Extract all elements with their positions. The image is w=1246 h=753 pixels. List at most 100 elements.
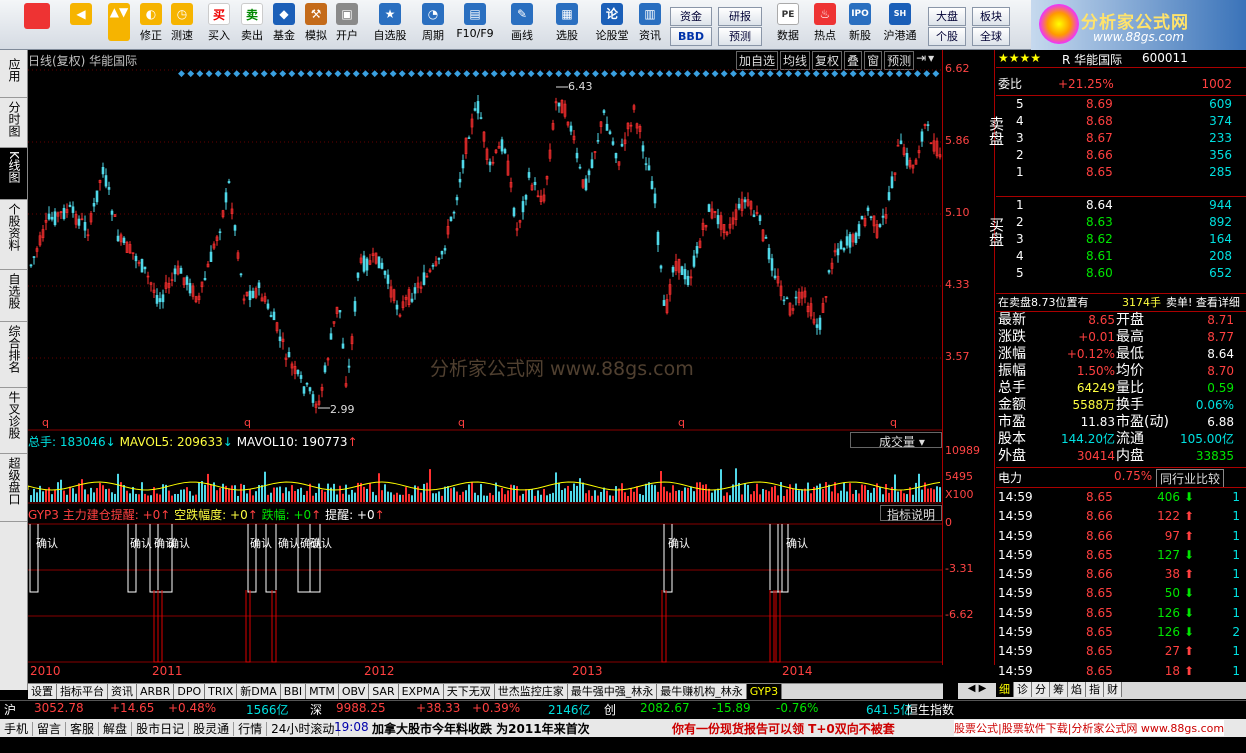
indicator-tab[interactable]: 新DMA <box>237 684 281 699</box>
indicator-tab[interactable]: 指标平台 <box>57 684 108 699</box>
sell-level[interactable]: 2 8.66 356 <box>996 147 1246 164</box>
volume-bar <box>201 481 203 502</box>
quote-tab[interactable]: 诊 <box>1014 682 1032 697</box>
draw-button[interactable]: ✎ 画线 <box>505 3 539 47</box>
indicator-tab[interactable]: 天下无双 <box>443 684 495 699</box>
open-account-button[interactable]: ▣ 开户 <box>333 3 361 47</box>
year-label: 2011 <box>152 664 183 678</box>
quote-tab[interactable]: 财 <box>1104 682 1122 697</box>
status-link[interactable]: 解盘 <box>99 722 133 736</box>
ipo-button[interactable]: IPO 新股 <box>845 3 875 47</box>
global-button[interactable]: 全球 <box>972 27 1010 46</box>
status-link[interactable]: 客服 <box>66 722 100 736</box>
candle-body <box>920 131 924 142</box>
indicator-tab[interactable]: 设置 <box>28 684 57 699</box>
tick-list[interactable]: 14:59 8.65 406 ⬇ 1 14:59 8.66 122 ⬆ 1 14:59 8.66 97 ⬆… <box>996 487 1246 681</box>
status-link[interactable]: 行情 <box>234 722 268 736</box>
tab-diagnosis[interactable]: 牛叉诊股 <box>0 388 27 454</box>
shhk-button[interactable]: SH 沪港通 <box>880 3 920 47</box>
research-button[interactable]: 研报 <box>718 7 762 26</box>
stock-button[interactable]: 个股 <box>928 27 966 46</box>
arrow-up-icon: ⬆ <box>1184 644 1195 659</box>
quote-tab[interactable]: 筹 <box>1050 682 1068 697</box>
industry-compare-button[interactable]: 同行业比较 <box>1156 469 1225 488</box>
market-button[interactable]: 大盘 <box>928 7 966 26</box>
quote-tab[interactable]: 细 <box>996 682 1014 697</box>
up-down-button[interactable]: ▲▼ <box>108 3 130 47</box>
indicator-help-button[interactable]: 指标说明 <box>880 505 942 522</box>
buy-level[interactable]: 5 8.60 652 <box>996 265 1246 282</box>
data-button[interactable]: PE 数据 <box>772 3 804 47</box>
hotspot-button[interactable]: ♨ 热点 <box>810 3 840 47</box>
indicator-tab[interactable]: MTM <box>306 684 339 699</box>
signal-diamond-icon: ◆ <box>417 69 424 79</box>
fix-button[interactable]: ◐ 修正 <box>137 3 165 47</box>
tab-scroll-arrows[interactable]: ◀ ▶ <box>958 683 996 699</box>
indicator-tab[interactable]: ARBR <box>137 684 175 699</box>
buy-level[interactable]: 3 8.62 164 <box>996 231 1246 248</box>
simulate-button[interactable]: ⚒ 模拟 <box>302 3 330 47</box>
buy-level[interactable]: 1 8.64 944 <box>996 197 1246 214</box>
tab-watchlist[interactable]: 自选股 <box>0 270 27 322</box>
status-link[interactable]: 留言 <box>33 722 67 736</box>
capital-button[interactable]: 资金 <box>670 7 712 26</box>
status-link[interactable]: 24小时滚动 <box>267 722 340 736</box>
indicator-tab[interactable]: 世杰监控庄家 <box>494 684 568 699</box>
fund-button[interactable]: ◆ 基金 <box>270 3 298 47</box>
volume-bar <box>492 495 494 502</box>
forum-button[interactable]: 论论股堂 <box>592 3 632 47</box>
select-stock-button[interactable]: ▦ 选股 <box>550 3 584 47</box>
volume-bar <box>585 493 587 502</box>
sector-button[interactable]: 板块 <box>972 7 1010 26</box>
volume-indicator-select[interactable]: 成交量 ▾ <box>850 432 942 449</box>
indicator-tab[interactable]: 最牛赚机构_林永 <box>657 684 747 699</box>
volume-bar <box>936 486 938 502</box>
buy-level[interactable]: 2 8.63 892 <box>996 214 1246 231</box>
indicator-tab[interactable]: DPO <box>174 684 206 699</box>
indicator-tab[interactable]: SAR <box>369 684 399 699</box>
watchlist-button[interactable]: ★ 自选股 <box>370 3 410 47</box>
indicator-tab[interactable]: BBI <box>280 684 307 699</box>
status-link[interactable]: 股市日记 <box>132 722 190 736</box>
indicator-tab[interactable]: EXPMA <box>398 684 444 699</box>
volume-bar <box>462 491 464 502</box>
indicator-tab[interactable]: TRIX <box>205 684 238 699</box>
sell-level[interactable]: 1 8.65 285 <box>996 164 1246 181</box>
tab-apps[interactable]: 应用 <box>0 50 27 98</box>
indicator-tab[interactable]: 资讯 <box>108 684 137 699</box>
quote-tab[interactable]: 指 <box>1086 682 1104 697</box>
news-headline[interactable]: 加拿大股市今年料收跌 为2011年来首次 <box>372 720 590 737</box>
tab-intraday[interactable]: 分时图 <box>0 98 27 148</box>
indicator-tab[interactable]: 最牛强中强_林永 <box>567 684 658 699</box>
promo-text[interactable]: 股票公式|股票软件下载|分析家公式网 www.88gs.com <box>954 720 1225 736</box>
sell-level[interactable]: 3 8.67 233 <box>996 130 1246 147</box>
news-button[interactable]: ▥ 资讯 <box>636 3 664 47</box>
tab-profile[interactable]: 个股资料 <box>0 200 27 270</box>
status-link[interactable]: 手机 <box>0 722 34 736</box>
bbd-button[interactable]: BBD <box>670 27 712 46</box>
forecast-button[interactable]: 预测 <box>718 27 762 46</box>
quote-tab[interactable]: 焰 <box>1068 682 1086 697</box>
tab-level2[interactable]: 超级盘口 <box>0 454 27 522</box>
kline-chart-area[interactable]: 日线(复权) 华能国际 加自选 均线 复权 叠 窗 预测 ⇥ ▾ ◆ ◆ ◆ ◆ ◆ ◆ ◆… <box>28 50 943 678</box>
sell-level[interactable]: 4 8.68 374 <box>996 113 1246 130</box>
home-button[interactable] <box>22 3 52 47</box>
indicator-tab[interactable]: GYP3 <box>746 684 783 699</box>
f10-button[interactable]: ▤ F10/F9 <box>454 3 496 47</box>
sell-level[interactable]: 5 8.69 609 <box>996 96 1246 113</box>
speed-button[interactable]: ◷ 测速 <box>168 3 196 47</box>
status-link[interactable]: 股灵通 <box>189 722 235 736</box>
sell-button[interactable]: 卖卖出 <box>238 3 266 47</box>
tab-kline[interactable]: K线图 <box>0 148 27 200</box>
stat-label: 涨跌 <box>998 329 1026 345</box>
indicator-tab[interactable]: OBV <box>338 684 370 699</box>
quote-tab[interactable]: 分 <box>1032 682 1050 697</box>
tab-ranking[interactable]: 综合排名 <box>0 322 27 388</box>
back-button[interactable]: ◀ <box>66 3 96 47</box>
period-button[interactable]: ◔ 周期 <box>416 3 450 47</box>
volume-bar <box>231 485 233 502</box>
buy-level[interactable]: 4 8.61 208 <box>996 248 1246 265</box>
ad-text[interactable]: 你有一份现货报告可以领 T+0双向不被套 <box>672 720 895 737</box>
order-notice[interactable]: 在卖盘8.73位置有 3174手 卖单! 查看详细 <box>996 293 1246 310</box>
buy-button[interactable]: 买买入 <box>205 3 233 47</box>
